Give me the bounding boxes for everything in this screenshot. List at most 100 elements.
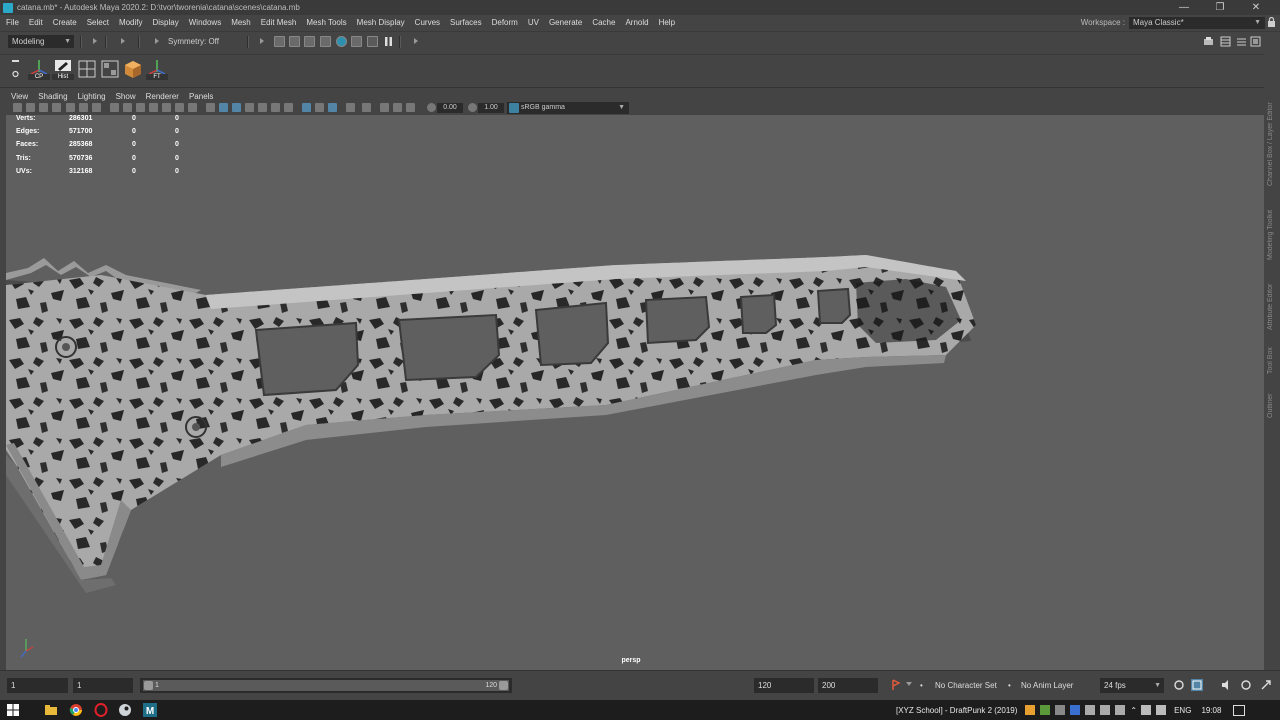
safe-action-icon[interactable] bbox=[175, 103, 184, 112]
wireframe-on-shaded-icon[interactable] bbox=[245, 103, 254, 112]
sound-icon[interactable] bbox=[1221, 679, 1233, 691]
gate-mask-icon[interactable] bbox=[149, 103, 158, 112]
wireframe-icon[interactable] bbox=[206, 103, 215, 112]
lock-icon[interactable] bbox=[1267, 17, 1276, 27]
menu-surfaces[interactable]: Surfaces bbox=[445, 18, 487, 27]
collapse-toggle-icon[interactable] bbox=[155, 38, 159, 44]
range-end-field[interactable]: 120 bbox=[754, 678, 814, 693]
fps-dropdown[interactable]: 24 fps bbox=[1100, 678, 1164, 693]
panel-menu-lighting[interactable]: Lighting bbox=[73, 92, 111, 101]
arnold-render-icon[interactable] bbox=[367, 36, 378, 47]
menu-mesh[interactable]: Mesh bbox=[226, 18, 256, 27]
loop-icon[interactable] bbox=[1173, 679, 1185, 691]
panel-menu-view[interactable]: View bbox=[6, 92, 33, 101]
animation-prefs-icon[interactable] bbox=[1240, 679, 1252, 691]
windows-start-icon[interactable] bbox=[6, 703, 20, 717]
center-pivot-button[interactable]: CP bbox=[28, 58, 50, 80]
katana-model[interactable] bbox=[6, 115, 1264, 670]
grid-toggle-icon[interactable] bbox=[110, 103, 119, 112]
menu-set-dropdown[interactable]: Modeling bbox=[8, 35, 74, 48]
panel-menu-show[interactable]: Show bbox=[111, 92, 141, 101]
menu-uv[interactable]: UV bbox=[523, 18, 544, 27]
tray-app-icon[interactable] bbox=[1040, 705, 1051, 715]
pause-icon[interactable] bbox=[383, 36, 394, 47]
screen-space-ao-icon[interactable] bbox=[302, 103, 311, 112]
xray-joints-icon[interactable] bbox=[393, 103, 402, 112]
tray-app-icon[interactable] bbox=[1115, 705, 1126, 715]
tab-tool-box[interactable]: Tool Box bbox=[1267, 342, 1274, 374]
opera-icon[interactable] bbox=[94, 703, 108, 717]
menu-arnold[interactable]: Arnold bbox=[620, 18, 653, 27]
menu-mesh-tools[interactable]: Mesh Tools bbox=[301, 18, 351, 27]
range-slider-handle[interactable]: 1 120 bbox=[143, 680, 509, 691]
shadows-icon[interactable] bbox=[284, 103, 293, 112]
file-explorer-icon[interactable] bbox=[44, 703, 58, 717]
smooth-shade-icon[interactable] bbox=[219, 103, 228, 112]
network-icon[interactable] bbox=[1141, 705, 1152, 715]
freeze-transform-button[interactable]: FT bbox=[146, 58, 168, 80]
image-plane-icon[interactable] bbox=[52, 103, 61, 112]
menu-file[interactable]: File bbox=[0, 18, 24, 27]
hypershade-icon[interactable] bbox=[336, 36, 347, 47]
motion-trail-icon[interactable] bbox=[92, 103, 101, 112]
panel-menu-panels[interactable]: Panels bbox=[184, 92, 218, 101]
exposure-icon[interactable] bbox=[427, 103, 436, 112]
channel-box-icon[interactable] bbox=[1220, 36, 1231, 47]
ipr-render-icon[interactable] bbox=[304, 36, 315, 47]
menu-windows[interactable]: Windows bbox=[184, 18, 226, 27]
anim-layer-label[interactable]: No Anim Layer bbox=[1021, 681, 1073, 690]
textured-icon[interactable] bbox=[258, 103, 267, 112]
minimize-icon[interactable]: — bbox=[1166, 0, 1202, 15]
anti-aliasing-icon[interactable] bbox=[328, 103, 337, 112]
uv-grid-button[interactable] bbox=[76, 58, 98, 80]
render-view-icon[interactable] bbox=[351, 36, 362, 47]
clock[interactable]: 19:08 bbox=[1201, 706, 1221, 715]
menu-modify[interactable]: Modify bbox=[114, 18, 148, 27]
maya-taskbar-icon[interactable]: M bbox=[143, 703, 157, 717]
cube-button[interactable] bbox=[122, 58, 144, 80]
menu-cache[interactable]: Cache bbox=[587, 18, 620, 27]
language-indicator[interactable]: ENG bbox=[1174, 706, 1191, 715]
gamma-icon[interactable] bbox=[468, 103, 477, 112]
close-icon[interactable]: ✕ bbox=[1238, 0, 1274, 15]
render-settings-icon[interactable] bbox=[320, 36, 331, 47]
depth-of-field-icon[interactable] bbox=[346, 103, 355, 112]
film-gate-icon[interactable] bbox=[123, 103, 132, 112]
active-app-label[interactable]: [XYZ School] - DraftPunk 2 (2019) bbox=[896, 706, 1017, 715]
tool-settings-icon[interactable] bbox=[1250, 36, 1261, 47]
maximize-icon[interactable]: ❐ bbox=[1202, 0, 1238, 15]
view-transform-dropdown[interactable]: sRGB gamma bbox=[507, 102, 629, 114]
tab-outliner[interactable]: Outliner bbox=[1267, 386, 1274, 418]
anim-end-field[interactable]: 200 bbox=[818, 678, 878, 693]
script-editor-icon[interactable] bbox=[1191, 679, 1203, 691]
delete-history-button[interactable]: Hist bbox=[52, 58, 74, 80]
modeling-toolkit-icon[interactable] bbox=[1203, 36, 1214, 47]
tab-attribute-editor[interactable]: Attribute Editor bbox=[1267, 272, 1274, 330]
camera-attributes-icon[interactable] bbox=[26, 103, 35, 112]
grease-pencil-icon[interactable] bbox=[66, 103, 75, 112]
viewport-persp[interactable] bbox=[6, 115, 1264, 670]
render-sequence-icon[interactable] bbox=[289, 36, 300, 47]
menu-create[interactable]: Create bbox=[48, 18, 82, 27]
xray-components-icon[interactable] bbox=[406, 103, 415, 112]
current-frame-field[interactable]: 1 bbox=[7, 678, 68, 693]
isolate-select-icon[interactable] bbox=[362, 103, 371, 112]
color-management-icon[interactable] bbox=[509, 103, 519, 113]
range-end-knob[interactable] bbox=[499, 681, 508, 690]
tray-app-icon[interactable] bbox=[1055, 705, 1066, 715]
menu-mesh-display[interactable]: Mesh Display bbox=[352, 18, 410, 27]
collapse-toggle-icon[interactable] bbox=[414, 38, 418, 44]
menu-deform[interactable]: Deform bbox=[487, 18, 523, 27]
volume-icon[interactable] bbox=[1156, 705, 1167, 715]
use-all-lights-icon[interactable] bbox=[271, 103, 280, 112]
character-set-label[interactable]: No Character Set bbox=[935, 681, 997, 690]
menu-generate[interactable]: Generate bbox=[544, 18, 587, 27]
bookmark-icon[interactable] bbox=[39, 103, 48, 112]
gamma-field[interactable]: 1.00 bbox=[478, 103, 504, 113]
auto-key-options-icon[interactable] bbox=[906, 682, 912, 686]
attribute-editor-icon[interactable] bbox=[1236, 36, 1247, 47]
field-chart-icon[interactable] bbox=[162, 103, 171, 112]
tray-chevron-icon[interactable]: ⌃ bbox=[1130, 706, 1137, 715]
tray-app-icon[interactable] bbox=[1025, 705, 1036, 715]
steam-icon[interactable] bbox=[118, 703, 132, 717]
